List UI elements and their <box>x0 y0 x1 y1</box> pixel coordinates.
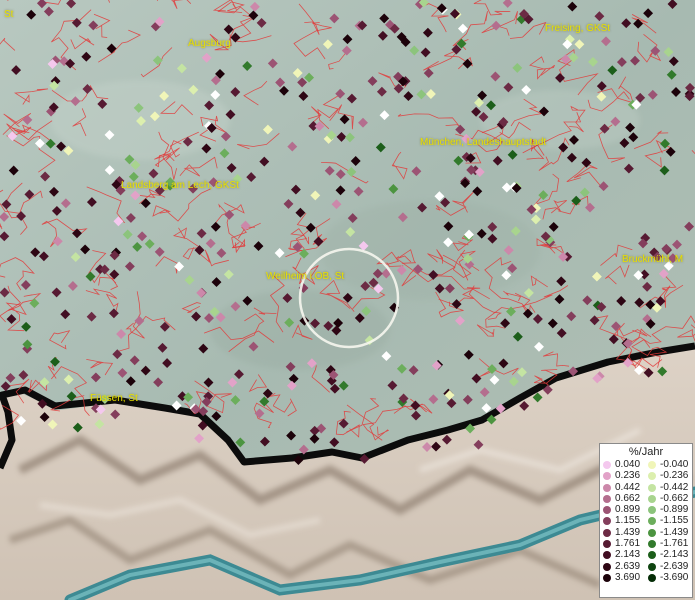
legend-swatch-positive <box>603 528 611 537</box>
city-label-weilheim: Weilheim i.OB, St <box>266 271 345 282</box>
city-label-st-edge: St <box>4 9 14 20</box>
legend-row: 3.690 -3.690 <box>600 572 692 583</box>
legend-row: 0.899 -0.899 <box>600 504 692 515</box>
legend-row: 1.439 -1.439 <box>600 527 692 538</box>
legend-swatch-negative <box>648 540 656 549</box>
legend-value-negative: -0.040 <box>660 459 689 470</box>
city-label-landsberg: Landsberg am Lech, GKSt <box>121 180 239 191</box>
legend-row: 0.442 -0.442 <box>600 482 692 493</box>
city-label-muenchen: München, Landeshauptstadt <box>420 137 547 148</box>
legend-row: 1.155 -1.155 <box>600 515 692 526</box>
legend-swatch-positive <box>603 494 611 503</box>
legend-row: 0.040 -0.040 <box>600 459 692 470</box>
legend-value-positive: 1.761 <box>615 538 641 550</box>
legend-value-negative: -2.639 <box>660 560 689 572</box>
city-label-fuessen: Füssen, St <box>90 393 138 404</box>
legend-value-negative: -0.662 <box>660 492 689 504</box>
legend-value-positive: 0.236 <box>615 470 641 482</box>
legend-value-positive: 3.690 <box>615 571 641 583</box>
legend: %/Jahr 0.040 -0.040 0.236 -0.236 0.442 -0.442… <box>599 443 693 598</box>
legend-swatch-negative <box>648 528 656 537</box>
legend-value-negative: -3.690 <box>660 571 689 583</box>
legend-value-positive: 2.639 <box>615 560 641 572</box>
legend-swatch-positive <box>603 517 611 526</box>
legend-value-positive: 0.899 <box>615 504 641 516</box>
legend-swatch-positive <box>603 551 611 560</box>
legend-swatch-positive <box>603 483 611 492</box>
legend-value-positive: 1.155 <box>615 515 641 527</box>
legend-row: 0.662 -0.662 <box>600 493 692 504</box>
legend-value-negative: -0.442 <box>660 481 689 493</box>
legend-value-negative: -0.899 <box>660 504 689 516</box>
legend-swatch-negative <box>648 461 656 469</box>
legend-swatch-positive <box>603 540 611 549</box>
legend-title: %/Jahr <box>628 446 664 458</box>
city-label-freising: Freising, GKSt <box>545 23 611 34</box>
legend-row: 1.761 -1.761 <box>600 538 692 549</box>
legend-row: 2.143 -2.143 <box>600 549 692 560</box>
legend-row: 2.639 -2.639 <box>600 561 692 572</box>
legend-swatch-negative <box>648 573 656 582</box>
legend-rows: 0.040 -0.040 0.236 -0.236 0.442 -0.442 0.662 -0… <box>600 459 692 583</box>
legend-swatch-negative <box>648 551 656 560</box>
legend-swatch-negative <box>648 562 656 571</box>
legend-swatch-negative <box>648 494 656 503</box>
legend-value-negative: -1.155 <box>660 515 689 527</box>
legend-value-positive: 0.040 <box>615 459 641 470</box>
legend-value-negative: -1.439 <box>660 526 689 538</box>
legend-value-negative: -1.761 <box>660 538 689 550</box>
legend-swatch-negative <box>648 506 656 515</box>
legend-value-positive: 0.662 <box>615 492 641 504</box>
legend-value-negative: -2.143 <box>660 549 689 561</box>
legend-swatch-positive <box>603 506 611 515</box>
city-label-bruckmuehl: Bruckmühl, M <box>622 254 684 265</box>
legend-row: 0.236 -0.236 <box>600 470 692 481</box>
legend-value-positive: 1.439 <box>615 526 641 538</box>
legend-swatch-positive <box>603 573 611 582</box>
legend-swatch-positive <box>603 562 611 571</box>
map-canvas[interactable] <box>0 0 695 600</box>
legend-value-positive: 0.442 <box>615 481 641 493</box>
legend-swatch-negative <box>648 472 656 481</box>
legend-swatch-negative <box>648 483 656 492</box>
legend-swatch-positive <box>603 461 611 469</box>
legend-swatch-negative <box>648 517 656 526</box>
legend-value-positive: 2.143 <box>615 549 641 561</box>
city-label-augsburg: Augsburg <box>188 38 231 49</box>
legend-swatch-positive <box>603 472 611 481</box>
legend-value-negative: -0.236 <box>660 470 689 482</box>
